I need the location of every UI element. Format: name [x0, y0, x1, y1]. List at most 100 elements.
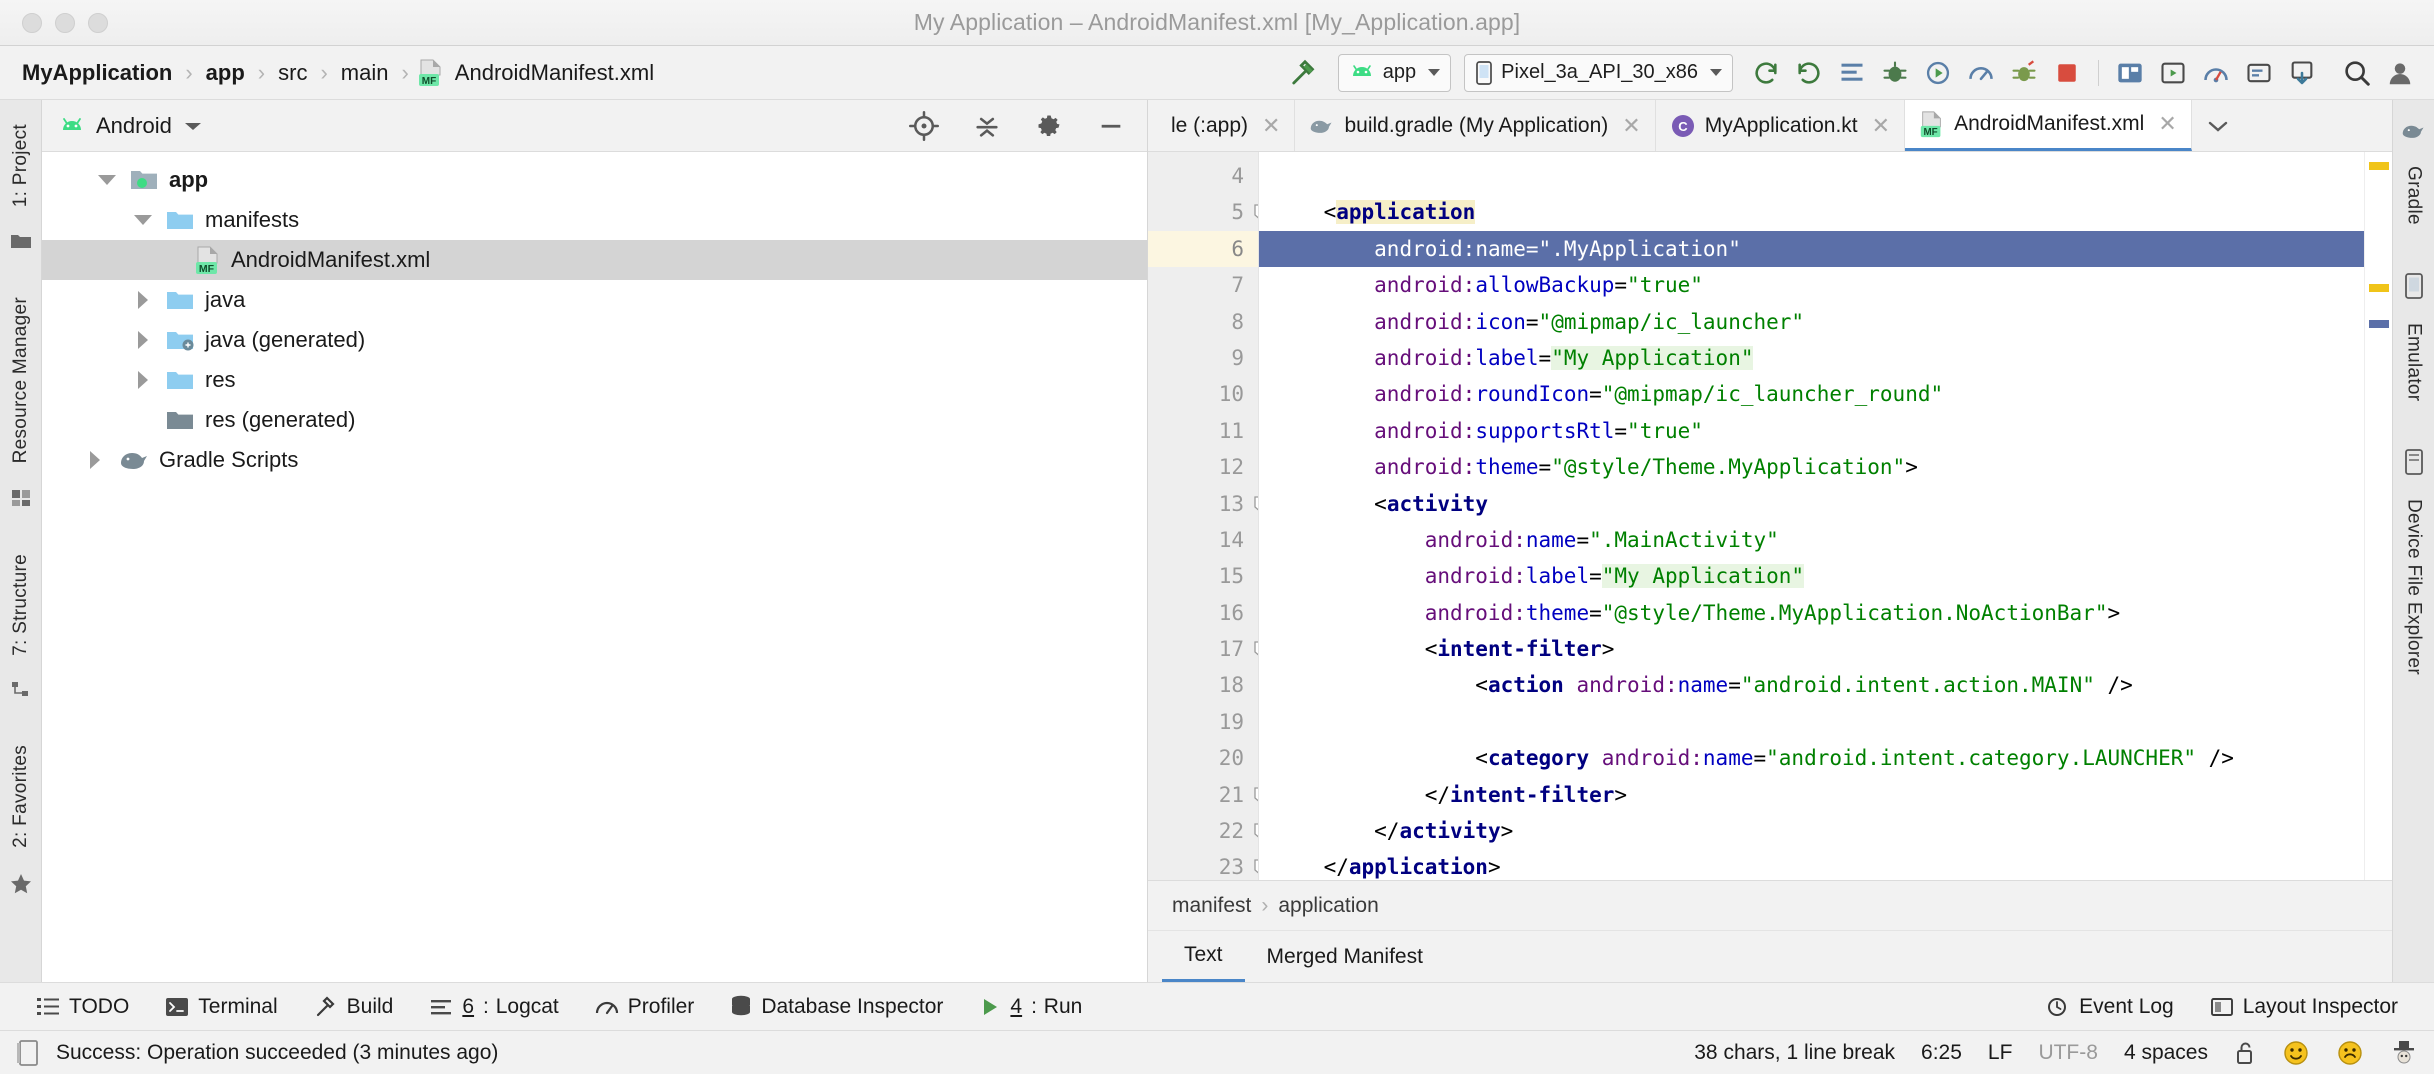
- line-number[interactable]: 20: [1148, 740, 1258, 776]
- apk-analyzer-icon[interactable]: [2196, 53, 2236, 93]
- code-line[interactable]: android:roundIcon="@mipmap/ic_launcher_r…: [1259, 376, 2364, 412]
- breadcrumb-item-application[interactable]: application: [1278, 894, 1378, 918]
- code-line[interactable]: android:theme="@style/Theme.MyApplicatio…: [1259, 595, 2364, 631]
- tree-item-res[interactable]: res: [42, 360, 1147, 400]
- editor-tab-androidmanifest-xml[interactable]: MF AndroidManifest.xml ✕: [1905, 100, 2192, 151]
- collapse-all-icon[interactable]: [973, 112, 1001, 140]
- run-configuration-selector[interactable]: app: [1337, 53, 1452, 92]
- code-line[interactable]: <activity: [1259, 486, 2364, 522]
- tool-tab-logcat[interactable]: 6: Logcat: [411, 995, 576, 1019]
- device-file-explorer-icon[interactable]: [2403, 449, 2425, 476]
- close-tab-icon[interactable]: ✕: [1262, 113, 1280, 139]
- code-line[interactable]: android:supportsRtl="true": [1259, 413, 2364, 449]
- breadcrumb-item-app[interactable]: app: [202, 60, 249, 86]
- tool-tab-build[interactable]: Build: [296, 995, 412, 1019]
- unlocked-padlock-icon[interactable]: [2234, 1040, 2256, 1066]
- debug-icon[interactable]: [1875, 53, 1915, 93]
- editor-tab-myapplication-kt[interactable]: C MyApplication.kt ✕: [1656, 100, 1906, 151]
- line-number[interactable]: 7: [1148, 267, 1258, 303]
- line-number[interactable]: 13: [1148, 486, 1270, 522]
- favorites-star-icon[interactable]: [9, 872, 33, 896]
- code-line[interactable]: </application>: [1259, 849, 2364, 880]
- expander-right-icon[interactable]: [130, 331, 156, 349]
- editor-tab-build-gradle-project[interactable]: build.gradle (My Application) ✕: [1295, 100, 1656, 151]
- status-encoding[interactable]: UTF-8: [2038, 1041, 2098, 1065]
- line-number-gutter[interactable]: 456789101112131415161718192021222324: [1148, 152, 1295, 880]
- marker-warning[interactable]: [2369, 162, 2389, 170]
- expander-right-icon[interactable]: [130, 291, 156, 309]
- hide-panel-icon[interactable]: [1097, 112, 1125, 140]
- resource-icon[interactable]: [10, 488, 32, 508]
- sync-gradle-icon[interactable]: [1746, 53, 1786, 93]
- tool-tab-todo[interactable]: TODO: [18, 995, 147, 1019]
- tree-item-manifests[interactable]: manifests: [42, 200, 1147, 240]
- line-number[interactable]: 8: [1148, 304, 1295, 340]
- tool-tab-layout-inspector[interactable]: Layout Inspector: [2192, 995, 2416, 1019]
- line-number[interactable]: 15: [1148, 558, 1258, 594]
- line-number[interactable]: 4: [1148, 158, 1258, 194]
- attach-debugger-icon[interactable]: [2004, 53, 2044, 93]
- line-number[interactable]: 5: [1148, 194, 1270, 230]
- hammer-icon[interactable]: [1285, 53, 1325, 93]
- line-number[interactable]: 11: [1148, 413, 1258, 449]
- error-marker-strip[interactable]: [2364, 152, 2392, 880]
- line-number[interactable]: 12: [1148, 449, 1258, 485]
- breadcrumb-item-main[interactable]: main: [337, 60, 393, 86]
- project-folder-icon[interactable]: [10, 231, 32, 251]
- tab-merged-manifest[interactable]: Merged Manifest: [1245, 931, 1445, 982]
- code-editor[interactable]: 456789101112131415161718192021222324 <ap…: [1148, 152, 2392, 880]
- code-line[interactable]: </intent-filter>: [1259, 777, 2364, 813]
- logcat-icon[interactable]: [2239, 53, 2279, 93]
- code-line[interactable]: <intent-filter>: [1259, 631, 2364, 667]
- line-number[interactable]: 22: [1148, 813, 1270, 849]
- code-line[interactable]: [1259, 704, 2364, 740]
- avd-manager-icon[interactable]: [1789, 53, 1829, 93]
- expander-down-icon[interactable]: [130, 215, 156, 225]
- line-number[interactable]: 14: [1148, 522, 1258, 558]
- line-number[interactable]: 23: [1148, 849, 1270, 880]
- line-number[interactable]: 17: [1148, 631, 1270, 667]
- tool-tab-profiler[interactable]: Profiler: [577, 995, 713, 1019]
- expander-down-icon[interactable]: [94, 175, 120, 185]
- marker-warning[interactable]: [2369, 284, 2389, 292]
- gradle-elephant-icon[interactable]: [2401, 120, 2427, 142]
- sidebar-item-device-file-explorer[interactable]: Device File Explorer: [2403, 485, 2425, 689]
- status-caret-position[interactable]: 6:25: [1921, 1041, 1962, 1065]
- device-manager-icon[interactable]: [2153, 53, 2193, 93]
- sidebar-item-gradle[interactable]: Gradle: [2403, 152, 2425, 239]
- line-number[interactable]: 6: [1148, 230, 1258, 268]
- settings-gear-icon[interactable]: [1035, 112, 1063, 140]
- search-icon[interactable]: [2337, 53, 2377, 93]
- tab-text[interactable]: Text: [1162, 931, 1245, 982]
- code-line[interactable]: android:theme="@style/Theme.MyApplicatio…: [1259, 449, 2364, 485]
- line-number[interactable]: 19: [1148, 704, 1258, 740]
- code-line[interactable]: android:name=".MainActivity": [1259, 522, 2364, 558]
- expander-right-icon[interactable]: [82, 451, 108, 469]
- code-line[interactable]: <application: [1259, 194, 2364, 230]
- expander-right-icon[interactable]: [130, 371, 156, 389]
- editor-tab-build-gradle-app[interactable]: le (:app) ✕: [1148, 100, 1296, 151]
- line-number[interactable]: 16: [1148, 595, 1258, 631]
- tool-tab-run[interactable]: 4: Run: [961, 995, 1100, 1019]
- stop-icon[interactable]: [2047, 53, 2087, 93]
- line-number[interactable]: 10: [1148, 376, 1295, 412]
- chevron-down-icon[interactable]: [2192, 100, 2244, 151]
- structure-icon[interactable]: [10, 679, 32, 699]
- tool-tab-event-log[interactable]: Event Log: [2028, 995, 2192, 1019]
- close-tab-icon[interactable]: ✕: [1872, 113, 1890, 139]
- sdk-manager-icon[interactable]: [1832, 53, 1872, 93]
- smiley-sad-icon[interactable]: [2336, 1039, 2364, 1067]
- layout-inspector-icon[interactable]: [2110, 53, 2150, 93]
- tree-item-androidmanifest[interactable]: MF AndroidManifest.xml: [42, 240, 1147, 280]
- breadcrumb-item-project[interactable]: MyApplication: [18, 60, 176, 86]
- code-line[interactable]: [1259, 158, 2364, 194]
- breadcrumb-item-file[interactable]: AndroidManifest.xml: [451, 60, 658, 86]
- sidebar-item-favorites[interactable]: 2: Favorites: [10, 731, 32, 862]
- close-tab-icon[interactable]: ✕: [1622, 113, 1640, 139]
- line-number[interactable]: 9: [1148, 340, 1258, 376]
- marker-caret[interactable]: [2369, 320, 2389, 328]
- tool-tab-terminal[interactable]: Terminal: [147, 995, 295, 1019]
- code-line[interactable]: <action android:name="android.intent.act…: [1259, 667, 2364, 703]
- device-selector[interactable]: Pixel_3a_API_30_x86: [1464, 53, 1733, 92]
- code-line[interactable]: android:name=".MyApplication": [1259, 230, 2364, 268]
